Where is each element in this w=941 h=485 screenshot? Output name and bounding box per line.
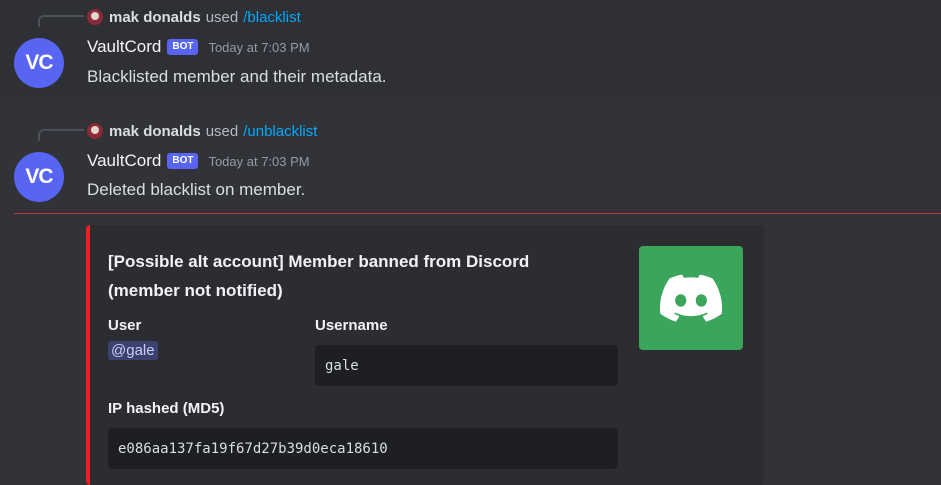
- discord-logo-icon: [660, 274, 722, 322]
- reply-connector: [38, 15, 84, 27]
- message-timestamp: Today at 7:03 PM: [208, 153, 310, 169]
- bot-badge: BOT: [167, 153, 199, 169]
- bot-username[interactable]: VaultCord: [87, 151, 161, 171]
- message-content: Blacklisted member and their metadata.: [87, 67, 387, 86]
- invoker-avatar[interactable]: [87, 9, 103, 25]
- field-user-label: User: [108, 317, 142, 334]
- bot-badge: BOT: [167, 39, 199, 55]
- used-text: used: [205, 122, 239, 140]
- username-code: gale: [315, 345, 618, 386]
- message-header: VaultCord BOT Today at 7:03 PM: [87, 151, 310, 171]
- message-content: Deleted blacklist on member.: [87, 180, 306, 199]
- command-invocation[interactable]: mak donalds used /unblacklist: [87, 121, 317, 141]
- embed-accent-bar: [86, 225, 90, 485]
- command-name[interactable]: /blacklist: [243, 9, 301, 26]
- invoker-username[interactable]: mak donalds: [109, 9, 201, 26]
- user-mention[interactable]: @gale: [108, 341, 158, 360]
- invoker-avatar[interactable]: [87, 123, 103, 139]
- bot-avatar[interactable]: VC: [14, 152, 64, 202]
- reply-connector: [38, 129, 84, 141]
- bot-username[interactable]: VaultCord: [87, 37, 161, 57]
- new-messages-divider: [14, 213, 941, 214]
- message-timestamp: Today at 7:03 PM: [208, 39, 310, 55]
- field-username-label: Username: [315, 317, 388, 334]
- ban-embed: [Possible alt account] Member banned fro…: [86, 225, 764, 485]
- embed-title: [Possible alt account] Member banned fro…: [108, 247, 608, 305]
- invoker-username[interactable]: mak donalds: [109, 123, 201, 140]
- message-blacklist: mak donalds used /blacklist VC VaultCord…: [0, 0, 941, 95]
- used-text: used: [205, 8, 239, 26]
- command-name[interactable]: /unblacklist: [243, 123, 317, 140]
- ip-hash-code: e086aa137fa19f67d27b39d0eca18610: [108, 428, 618, 469]
- message-unblacklist: mak donalds used /unblacklist VC VaultCo…: [0, 113, 941, 213]
- embed-title-line1: [Possible alt account] Member banned fro…: [108, 252, 530, 271]
- embed-title-line2: (member not notified): [108, 281, 283, 300]
- message-header: VaultCord BOT Today at 7:03 PM: [87, 37, 310, 57]
- command-invocation[interactable]: mak donalds used /blacklist: [87, 7, 301, 27]
- embed-thumbnail[interactable]: [639, 246, 743, 350]
- field-ip-label: IP hashed (MD5): [108, 400, 225, 417]
- bot-avatar[interactable]: VC: [14, 38, 64, 88]
